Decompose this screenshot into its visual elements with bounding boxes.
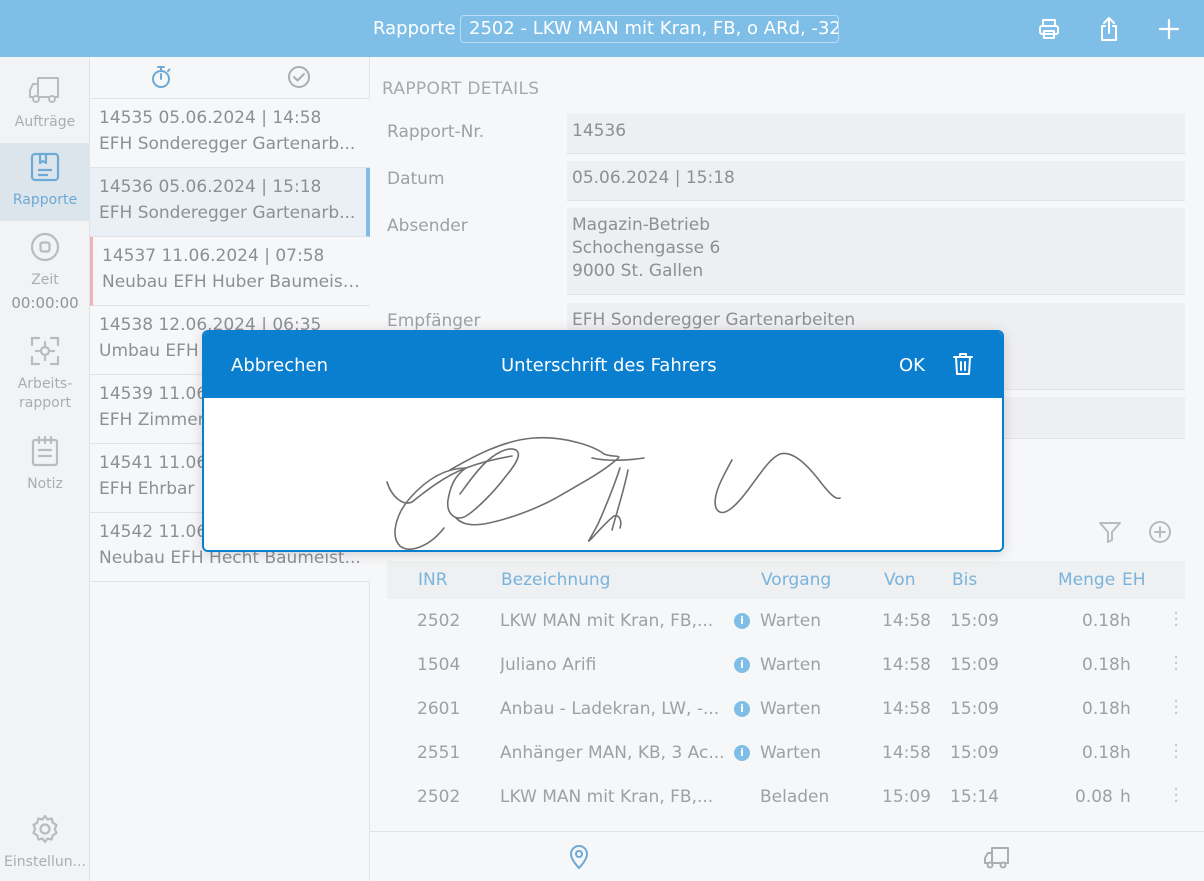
signature-pad[interactable] xyxy=(204,398,1002,550)
cancel-button[interactable]: Abbrechen xyxy=(231,355,328,376)
dialog-title: Unterschrift des Fahrers xyxy=(501,355,717,376)
signature-stroke xyxy=(386,436,841,550)
trash-icon xyxy=(953,353,973,375)
clear-signature-button[interactable] xyxy=(952,352,976,378)
signature-dialog: Abbrechen Unterschrift des Fahrers OK xyxy=(202,330,1004,552)
ok-button[interactable]: OK xyxy=(899,355,925,376)
dialog-header: Abbrechen Unterschrift des Fahrers OK xyxy=(204,332,1002,398)
